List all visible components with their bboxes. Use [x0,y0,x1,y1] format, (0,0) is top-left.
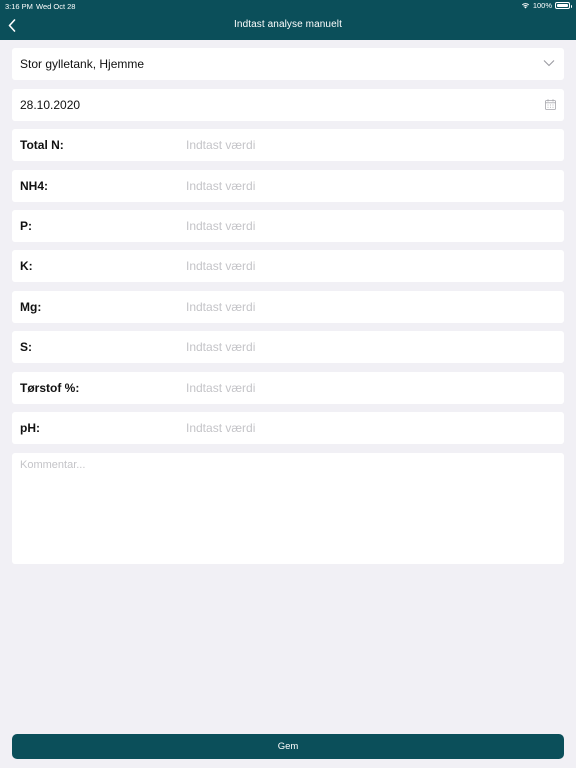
field-row-k: K: [12,250,564,282]
field-row-mg: Mg: [12,291,564,323]
field-label-k: K: [20,259,33,273]
field-row-p: P: [12,210,564,242]
field-label-total-n: Total N: [20,138,64,152]
chevron-down-icon [543,60,555,67]
comment-textarea[interactable] [20,459,556,557]
status-date: Wed Oct 28 [36,2,76,11]
field-label-nh4: NH4: [20,179,49,193]
ph-input[interactable] [186,418,556,438]
storage-select[interactable]: Stor gylletank, Hjemme [12,48,564,80]
k-input[interactable] [186,256,556,276]
status-bar: 3:16 PM Wed Oct 28 100% [0,0,576,12]
status-time: 3:16 PM [5,2,33,11]
field-row-s: S: [12,331,564,363]
page-title: Indtast analyse manuelt [234,19,342,30]
mg-input[interactable] [186,297,556,317]
battery-percent: 100% [532,1,552,10]
field-row-torstof: Tørstof %: [12,372,564,404]
storage-select-value: Stor gylletank, Hjemme [20,57,145,71]
date-field[interactable]: 28.10.2020 [12,89,564,121]
field-label-ph: pH: [20,421,40,435]
date-value: 28.10.2020 [20,98,81,112]
p-input[interactable] [186,216,556,236]
status-right: 100% [521,1,572,10]
save-button[interactable]: Gem [12,734,564,759]
calendar-icon[interactable] [545,99,556,110]
nh4-input[interactable] [186,176,556,196]
field-label-p: P: [20,219,32,233]
nav-header: 3:16 PM Wed Oct 28 100% Indtast analyse … [0,0,576,40]
field-label-s: S: [20,340,32,354]
torstof-input[interactable] [186,378,556,398]
field-row-nh4: NH4: [12,170,564,202]
s-input[interactable] [186,337,556,357]
field-label-torstof: Tørstof %: [20,381,80,395]
field-row-ph: pH: [12,412,564,444]
field-label-mg: Mg: [20,300,42,314]
comment-box [12,453,564,564]
battery-icon [555,2,572,9]
field-row-total-n: Total N: [12,129,564,161]
wifi-icon [521,3,529,9]
total-n-input[interactable] [186,135,556,155]
